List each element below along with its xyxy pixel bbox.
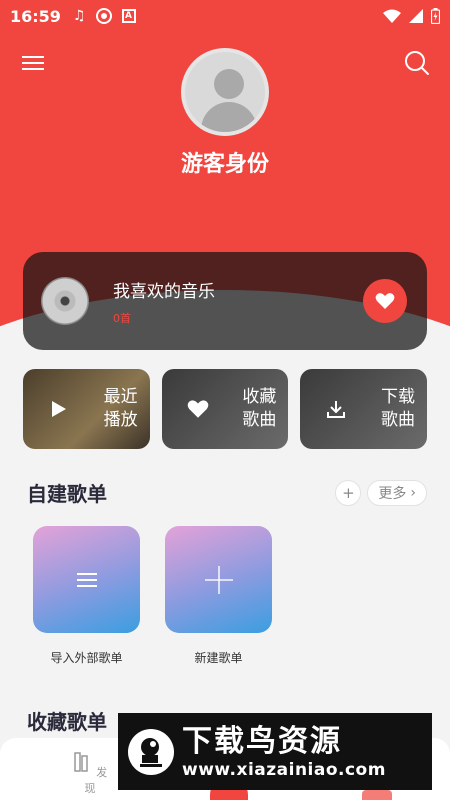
vinyl-disc-icon <box>41 277 89 325</box>
wifi-icon <box>383 9 401 23</box>
my-playlists-header: 自建歌单 + 更多 › <box>27 478 427 507</box>
watermark-title: 下载鸟资源 <box>182 723 342 759</box>
collected-songs-label: 收藏 歌曲 <box>242 386 276 432</box>
more-playlists-button[interactable]: 更多 › <box>367 479 427 506</box>
favorite-heart-button[interactable] <box>363 279 407 323</box>
avatar[interactable] <box>181 48 269 136</box>
menu-icon[interactable] <box>22 52 44 72</box>
nav-discover[interactable]: 发现 <box>70 752 110 796</box>
collected-songs-tile[interactable]: 收藏 歌曲 <box>161 369 289 449</box>
collected-playlists-title: 收藏歌单 <box>27 710 107 734</box>
import-playlist-item[interactable]: 导入外部歌单 <box>33 526 140 666</box>
new-playlist-cover <box>165 526 272 633</box>
status-icons-right <box>383 8 440 24</box>
status-icons-left: ♫ A <box>73 8 136 24</box>
downloaded-songs-line1: 下载 <box>381 387 416 407</box>
avatar-head-shape <box>214 69 244 99</box>
heart-icon <box>375 293 395 309</box>
battery-icon <box>431 8 440 24</box>
status-bar: 16:59 ♫ A <box>0 0 450 32</box>
recent-play-label: 最近 播放 <box>104 386 138 432</box>
watermark-text: 下载鸟资源 www.xiazainiao.com <box>182 724 386 780</box>
watermark-url: www.xiazainiao.com <box>182 759 386 780</box>
new-playlist-name: 新建歌单 <box>194 651 243 665</box>
recent-play-tile[interactable]: 最近 播放 <box>23 369 150 449</box>
downloaded-songs-tile[interactable]: 下载 歌曲 <box>300 369 428 449</box>
collected-songs-line2: 歌曲 <box>242 410 277 430</box>
import-playlist-cover <box>33 526 140 633</box>
discover-icon <box>74 752 88 772</box>
avatar-body-shape <box>201 102 257 132</box>
my-playlists-grid: 导入外部歌单 新建歌单 <box>33 526 272 666</box>
music-note-icon: ♫ <box>72 8 86 24</box>
list-icon <box>76 572 97 587</box>
quick-actions: 最近 播放 收藏 歌曲 下载 歌曲 <box>23 369 428 449</box>
collected-songs-line1: 收藏 <box>242 387 277 407</box>
favorites-count: 0首 <box>113 311 131 325</box>
chevron-right-icon: › <box>410 484 416 501</box>
nav-right-tab[interactable] <box>362 790 392 800</box>
downloaded-songs-label: 下载 歌曲 <box>381 386 415 432</box>
play-icon <box>45 400 73 418</box>
more-label: 更多 <box>378 485 407 502</box>
recent-play-line1: 最近 <box>103 387 138 407</box>
plus-icon <box>204 565 233 594</box>
signal-icon <box>409 9 423 23</box>
favorites-card[interactable]: 我喜欢的音乐 0首 <box>23 252 427 350</box>
favorites-text: 我喜欢的音乐 0首 <box>113 277 363 326</box>
new-playlist-item[interactable]: 新建歌单 <box>165 526 272 666</box>
downloaded-songs-line2: 歌曲 <box>381 410 416 430</box>
watermark-banner: 下载鸟资源 www.xiazainiao.com <box>118 713 432 790</box>
recent-play-line2: 播放 <box>103 410 138 430</box>
download-icon <box>322 399 350 419</box>
username[interactable]: 游客身份 <box>0 146 450 178</box>
import-playlist-name: 导入外部歌单 <box>50 651 123 665</box>
heart-outline-icon <box>184 399 212 419</box>
status-time: 16:59 <box>10 6 61 26</box>
keyboard-a-icon: A <box>121 9 136 23</box>
search-icon[interactable] <box>404 50 430 76</box>
bird-logo-icon <box>128 728 174 775</box>
my-playlists-title: 自建歌单 <box>27 482 107 506</box>
record-icon <box>95 8 112 24</box>
add-playlist-button[interactable]: + <box>335 479 362 506</box>
favorites-title: 我喜欢的音乐 <box>113 281 215 302</box>
